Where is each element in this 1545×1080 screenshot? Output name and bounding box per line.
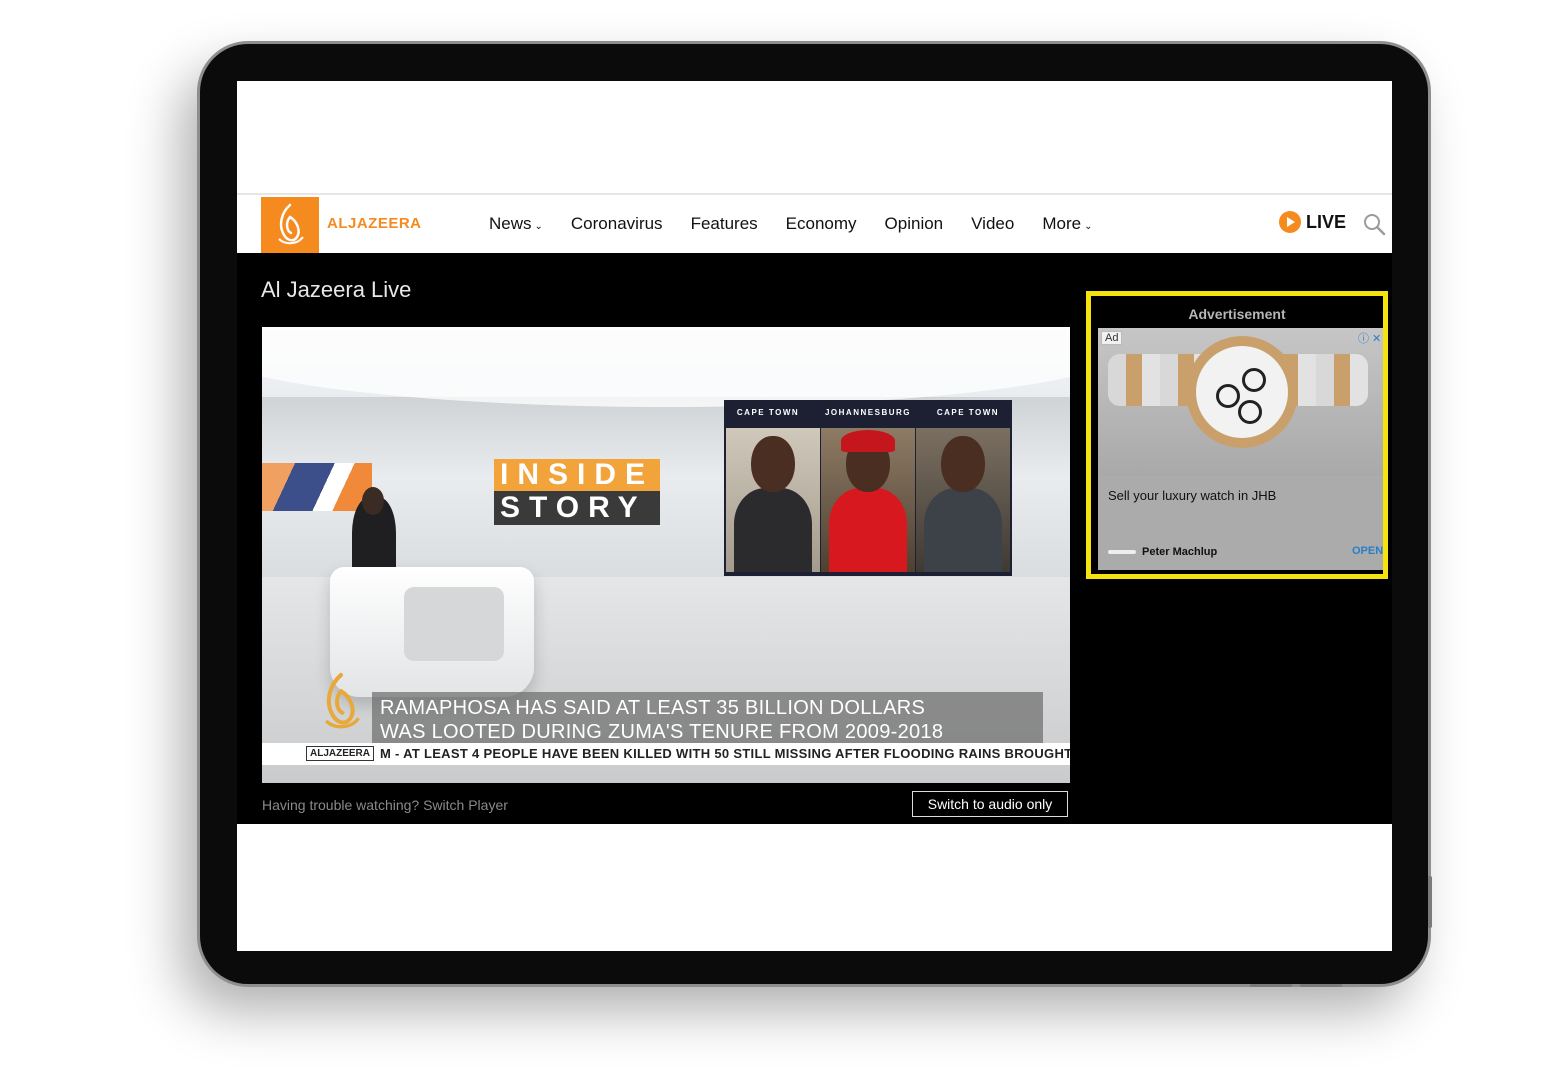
guest-head bbox=[751, 436, 795, 492]
caption-line: RAMAPHOSA HAS SAID AT LEAST 35 BILLION D… bbox=[380, 697, 926, 719]
nav-item-news[interactable]: News ⌄ bbox=[489, 214, 543, 234]
site-header: ALJAZEERA News ⌄ Coronavirus Features Ec… bbox=[237, 195, 1392, 253]
watch-subdial bbox=[1216, 384, 1240, 408]
presenter-head bbox=[362, 487, 384, 515]
ad-badge: Ad bbox=[1101, 331, 1123, 345]
ad-advertiser: Peter Machlup bbox=[1142, 546, 1218, 558]
nav-item-label: Coronavirus bbox=[570, 214, 663, 233]
aljazeera-emblem-icon bbox=[278, 203, 304, 245]
nav-item-more[interactable]: More ⌄ bbox=[1042, 214, 1092, 234]
news-ticker: ALJAZEERA M - AT LEAST 4 PEOPLE HAVE BEE… bbox=[262, 743, 1070, 765]
nav-item-coronavirus[interactable]: Coronavirus bbox=[571, 214, 663, 234]
news-caption: RAMAPHOSA HAS SAID AT LEAST 35 BILLION D… bbox=[372, 692, 1043, 746]
guest-video-1 bbox=[726, 428, 820, 572]
panel-location: JOHANNESBURG bbox=[824, 408, 911, 417]
guest-panel: CAPE TOWN JOHANNESBURG CAPE TOWN bbox=[724, 400, 1012, 576]
nav-item-label: Opinion bbox=[884, 214, 944, 233]
main-nav: News ⌄ Coronavirus Features Economy Opin… bbox=[475, 195, 1106, 253]
studio-artwork bbox=[262, 463, 372, 511]
guest-beret bbox=[841, 430, 895, 452]
aljazeera-watermark-icon bbox=[318, 671, 364, 738]
nav-item-opinion[interactable]: Opinion bbox=[885, 214, 944, 234]
nav-item-economy[interactable]: Economy bbox=[786, 214, 857, 234]
play-icon bbox=[1279, 211, 1301, 233]
advertiser-logo-icon bbox=[1108, 550, 1136, 554]
top-ad-space bbox=[237, 81, 1392, 195]
tablet-volume-button bbox=[1250, 984, 1292, 987]
chevron-down-icon: ⌄ bbox=[534, 221, 543, 232]
show-title-bottom: STORY bbox=[494, 491, 661, 525]
ad-choices-close-icon[interactable]: ⓘ ✕ bbox=[1358, 330, 1381, 346]
caption-line: WAS LOOTED DURING ZUMA'S TENURE FROM 200… bbox=[380, 721, 944, 743]
ad-heading: Advertisement bbox=[1188, 306, 1286, 322]
ticker-brand: ALJAZEERA bbox=[306, 746, 375, 761]
show-title-top: INSIDE bbox=[494, 459, 661, 491]
guest-head bbox=[941, 436, 985, 492]
search-icon[interactable] bbox=[1362, 212, 1386, 241]
guest-video-3 bbox=[916, 428, 1010, 572]
tablet-volume-button bbox=[1300, 984, 1342, 987]
tablet-side-button bbox=[1428, 876, 1432, 928]
advertisement-highlight: Advertisement Ad ⓘ ✕ Sell your luxury wa… bbox=[1086, 291, 1388, 579]
watch-dial bbox=[1196, 346, 1288, 438]
panel-location: CAPE TOWN bbox=[936, 408, 1000, 417]
audio-only-button[interactable]: Switch to audio only bbox=[912, 791, 1068, 817]
live-label: LIVE bbox=[1306, 211, 1347, 232]
page-below-fold bbox=[237, 824, 1392, 951]
switch-player-link[interactable]: Having trouble watching? Switch Player bbox=[262, 797, 508, 813]
ad-headline[interactable]: Sell your luxury watch in JHB bbox=[1108, 488, 1276, 503]
page-title: Al Jazeera Live bbox=[261, 277, 412, 302]
nav-item-video[interactable]: Video bbox=[971, 214, 1014, 234]
nav-item-label: Video bbox=[971, 214, 1015, 233]
nav-item-label: Economy bbox=[785, 214, 857, 233]
nav-item-label: Features bbox=[690, 214, 758, 233]
guest-figure bbox=[924, 488, 1002, 572]
studio-desk-opening bbox=[404, 587, 504, 661]
guest-figure bbox=[734, 488, 812, 572]
watch-subdial bbox=[1238, 400, 1262, 424]
ad-open-button[interactable]: OPEN bbox=[1352, 545, 1383, 557]
video-player[interactable]: INSIDE STORY CAPE TOWN JOHANNESBURG CAPE… bbox=[262, 327, 1070, 783]
chevron-down-icon: ⌄ bbox=[1084, 221, 1093, 232]
aljazeera-logo[interactable] bbox=[261, 197, 319, 253]
watch-image bbox=[1098, 328, 1383, 476]
panel-location-labels: CAPE TOWN JOHANNESBURG CAPE TOWN bbox=[724, 408, 1012, 417]
nav-item-label: News bbox=[489, 214, 532, 233]
guest-figure bbox=[829, 488, 907, 572]
show-title-graphic: INSIDE STORY bbox=[494, 459, 661, 525]
live-button[interactable]: LIVE bbox=[1279, 211, 1346, 233]
brand-name[interactable]: ALJAZEERA bbox=[327, 215, 422, 232]
ticker-text: M - AT LEAST 4 PEOPLE HAVE BEEN KILLED W… bbox=[380, 746, 1070, 761]
live-section: Al Jazeera Live INSIDE STORY CAPE TOWN J… bbox=[237, 253, 1392, 824]
ad-card[interactable]: Ad ⓘ ✕ Sell your luxury watch in JHB Pet… bbox=[1098, 328, 1383, 570]
screen: ALJAZEERA News ⌄ Coronavirus Features Ec… bbox=[237, 81, 1392, 951]
guest-video-2 bbox=[821, 428, 915, 572]
nav-item-features[interactable]: Features bbox=[691, 214, 758, 234]
panel-location: CAPE TOWN bbox=[736, 408, 800, 417]
watch-subdial bbox=[1242, 368, 1266, 392]
nav-item-label: More bbox=[1042, 214, 1082, 233]
studio-ceiling bbox=[262, 327, 1070, 407]
